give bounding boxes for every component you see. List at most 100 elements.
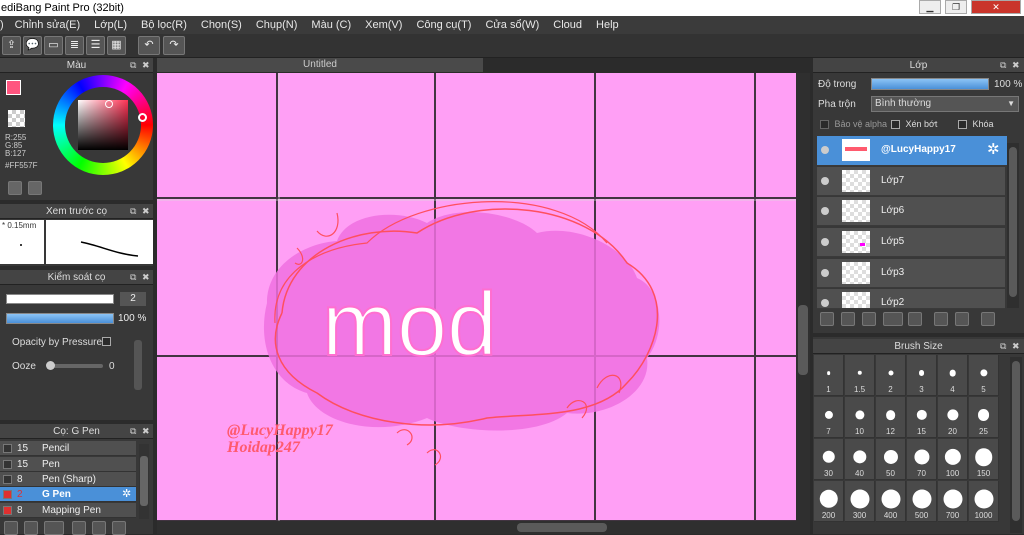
main-color-swatch[interactable] [6, 80, 21, 95]
clipping-checkbox[interactable] [891, 120, 900, 130]
menu-item-edit[interactable]: Chỉnh sửa(E) [8, 19, 87, 31]
brush-size-option[interactable]: 20 [938, 397, 968, 438]
brush-size-option[interactable]: 50 [876, 439, 906, 480]
undock-icon[interactable]: ⧉ [1000, 339, 1006, 354]
transparent-swatch[interactable] [8, 110, 25, 127]
merge-layer-icon[interactable] [955, 312, 969, 326]
brush-control-scrollbar[interactable] [134, 340, 142, 390]
canvas-vertical-scrollbar[interactable] [796, 73, 810, 534]
menu-item-layer[interactable]: Lớp(L) [87, 19, 134, 31]
brush-size-option[interactable]: 10 [845, 397, 875, 438]
undock-icon[interactable]: ⧉ [130, 58, 136, 73]
layer-row-lop7[interactable]: Lớp7 [817, 167, 1005, 196]
add-layer-menu-icon[interactable] [883, 312, 903, 326]
menu-item-tools[interactable]: Công cụ(T) [409, 19, 478, 31]
palette-icon[interactable] [8, 181, 22, 195]
menu-item-filter[interactable]: Bộ lọc(R) [134, 19, 194, 31]
close-button[interactable]: ✕ [971, 0, 1021, 14]
brush-size-option[interactable]: 300 [845, 481, 875, 522]
undock-icon[interactable]: ⧉ [130, 424, 136, 439]
brush-opacity-slider[interactable] [6, 313, 114, 324]
comment-icon[interactable]: ▭ [44, 36, 63, 55]
visibility-icon[interactable] [821, 269, 829, 277]
protect-alpha-option[interactable]: Bảo vệ alpha [820, 119, 887, 130]
menu-item-color[interactable]: Màu (C) [304, 19, 358, 31]
duplicate-layer-icon[interactable] [934, 312, 948, 326]
add-brush-icon[interactable] [4, 521, 18, 535]
undo-icon[interactable]: ↶ [138, 36, 160, 55]
ooze-slider[interactable] [46, 361, 103, 370]
gear-icon[interactable]: ✲ [122, 487, 131, 502]
brush-size-option[interactable]: 1 [814, 355, 844, 396]
brush-size-option[interactable]: 150 [969, 439, 999, 480]
chat-icon[interactable]: 💬 [23, 36, 42, 55]
undock-icon[interactable]: ⧉ [130, 270, 136, 285]
brush-size-option[interactable]: 500 [907, 481, 937, 522]
new-layer-8bit-icon[interactable] [841, 312, 855, 326]
menu-item-view[interactable]: Xem(V) [358, 19, 409, 31]
folder-icon[interactable] [908, 312, 922, 326]
brush-size-option[interactable]: 25 [969, 397, 999, 438]
color-picker-handle[interactable] [105, 100, 113, 108]
brush-size-option[interactable]: 3 [907, 355, 937, 396]
export-icon[interactable]: ⇪ [2, 36, 21, 55]
brush-size-option[interactable]: 200 [814, 481, 844, 522]
list-icon[interactable]: ☰ [86, 36, 105, 55]
saturation-square[interactable] [78, 100, 128, 150]
gear-icon[interactable]: ✲ [987, 140, 1000, 158]
brush-size-option[interactable]: 400 [876, 481, 906, 522]
visibility-icon[interactable] [821, 299, 829, 307]
menu-item-window[interactable]: Cửa sổ(W) [478, 19, 546, 31]
delete-brush-icon[interactable] [112, 521, 126, 535]
new-brush-icon[interactable] [24, 521, 38, 535]
close-panel-icon[interactable]: ✖ [142, 204, 150, 219]
brush-size-option[interactable]: 5 [969, 355, 999, 396]
menu-item-snap[interactable]: Chụp(N) [249, 19, 305, 31]
brush-size-option[interactable]: 1000 [969, 481, 999, 522]
document-icon[interactable]: ≣ [65, 36, 84, 55]
brush-size-option[interactable]: 2 [876, 355, 906, 396]
close-panel-icon[interactable]: ✖ [1012, 339, 1020, 354]
layer-row-lucyhappy17[interactable]: @LucyHappy17 ✲ [817, 136, 1007, 166]
new-layer-1bit-icon[interactable] [862, 312, 876, 326]
hue-handle[interactable] [138, 113, 147, 122]
brush-size-option[interactable]: 100 [938, 439, 968, 480]
menu-item-cloud[interactable]: Cloud [546, 19, 589, 31]
brush-item-mapping-pen[interactable]: 8 Mapping Pen [0, 503, 136, 518]
minimize-button[interactable]: ▁ [919, 0, 941, 14]
undock-icon[interactable]: ⧉ [1000, 58, 1006, 73]
brush-item-pen[interactable]: 15 Pen [0, 457, 136, 472]
layer-list-scrollbar[interactable] [1007, 143, 1019, 308]
grid-icon[interactable]: ▦ [107, 36, 126, 55]
brush-size-option[interactable]: 70 [907, 439, 937, 480]
brush-item-pen-sharp[interactable]: 8 Pen (Sharp) [0, 472, 136, 487]
layer-opacity-slider[interactable] [871, 78, 989, 90]
brush-size-option[interactable]: 1.5 [845, 355, 875, 396]
brush-size-option[interactable]: 7 [814, 397, 844, 438]
close-panel-icon[interactable]: ✖ [1012, 58, 1020, 73]
layer-row-lop2[interactable]: Lớp2 [817, 289, 1005, 309]
menu-item-select[interactable]: Chọn(S) [194, 19, 249, 31]
brush-size-option[interactable]: 30 [814, 439, 844, 480]
visibility-icon[interactable] [821, 207, 829, 215]
restore-button[interactable]: ❐ [945, 0, 967, 14]
brush-size-option[interactable]: 15 [907, 397, 937, 438]
menu-item-file[interactable]: ) [0, 19, 8, 31]
redo-icon[interactable]: ↷ [163, 36, 185, 55]
opacity-pressure-checkbox[interactable] [102, 337, 111, 346]
drawing-canvas[interactable]: mod @LucyHappy17 Hoidap247 [157, 73, 796, 534]
canvas-horizontal-scrollbar[interactable] [157, 521, 796, 534]
layer-row-lop5[interactable]: Lớp5 [817, 228, 1005, 257]
layer-row-lop6[interactable]: Lớp6 [817, 197, 1005, 226]
brush-size-option[interactable]: 40 [845, 439, 875, 480]
close-panel-icon[interactable]: ✖ [142, 58, 150, 73]
clipping-option[interactable]: Xén bớt [891, 119, 937, 130]
delete-layer-icon[interactable] [981, 312, 995, 326]
brush-size-scrollbar[interactable] [1010, 357, 1022, 533]
hue-ring[interactable] [53, 75, 153, 175]
ooze-slider-handle[interactable] [46, 361, 55, 370]
brush-menu-icon[interactable] [44, 521, 64, 535]
brush-size-value[interactable]: 2 [120, 292, 146, 306]
protect-alpha-checkbox[interactable] [820, 120, 829, 130]
lock-checkbox[interactable] [958, 120, 967, 130]
